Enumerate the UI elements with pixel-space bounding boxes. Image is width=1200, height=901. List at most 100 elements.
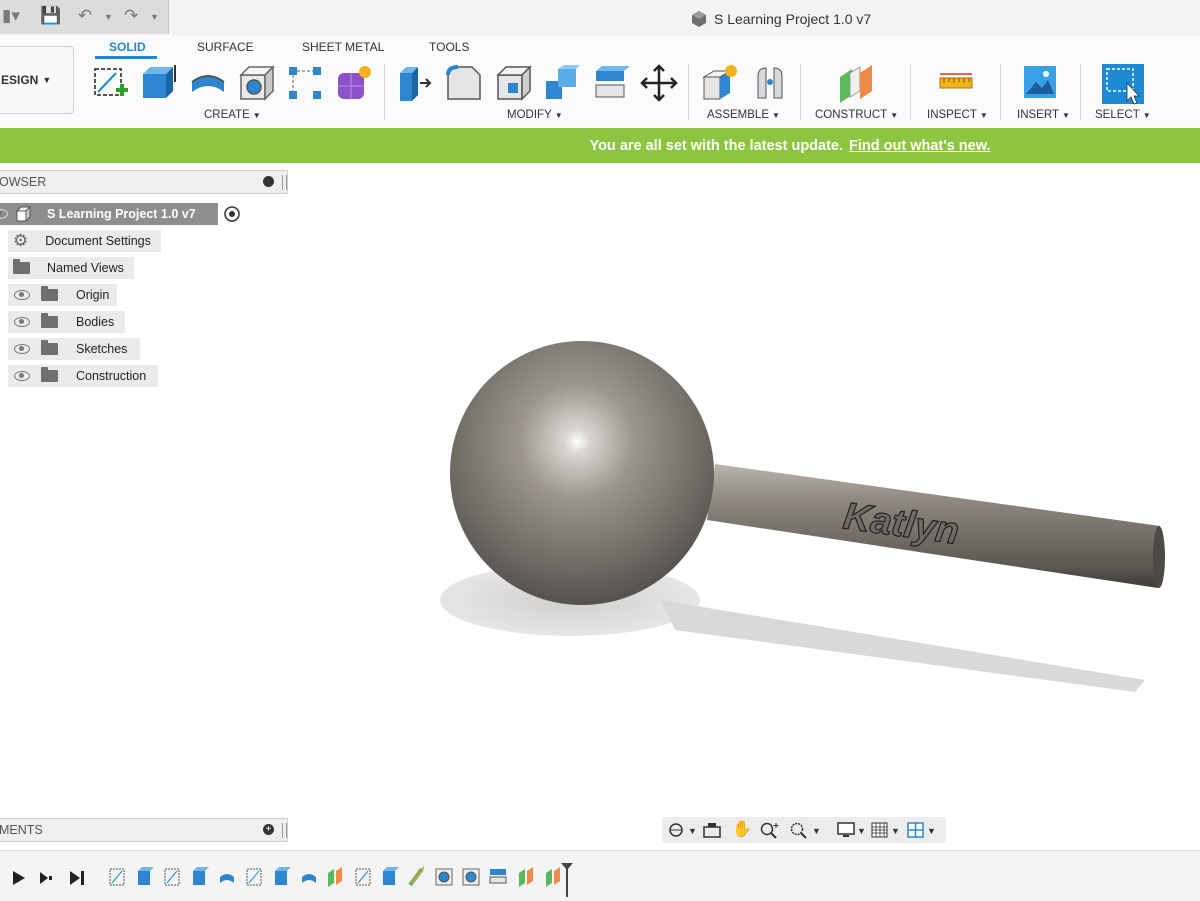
extrude-icon[interactable]: [140, 62, 178, 102]
construct-menu[interactable]: CONSTRUCT ▼: [815, 109, 898, 121]
display-settings-icon[interactable]: ▼: [836, 821, 868, 839]
new-component-icon[interactable]: [700, 63, 740, 103]
insert-image-icon[interactable]: [1022, 64, 1058, 100]
measure-icon[interactable]: [938, 70, 974, 96]
viewports-icon[interactable]: ▼: [906, 821, 938, 839]
visibility-eye-icon[interactable]: [0, 209, 8, 219]
look-at-icon[interactable]: [702, 821, 722, 839]
file-menu-icon[interactable]: ▮▾: [2, 6, 20, 26]
panel-resize-handle[interactable]: [282, 175, 287, 190]
redo-dropdown-icon[interactable]: ▼: [150, 12, 159, 22]
orbit-icon[interactable]: ▼: [666, 821, 698, 839]
visibility-eye-icon[interactable]: [14, 344, 30, 354]
add-comment-icon[interactable]: +: [263, 824, 274, 835]
timeline-sketch-feature[interactable]: [355, 868, 371, 886]
grid-settings-icon[interactable]: ▼: [870, 821, 902, 839]
timeline-plane-feature[interactable]: [546, 867, 560, 887]
timeline-extrude-feature[interactable]: [138, 867, 154, 885]
timeline-sketch-feature[interactable]: [246, 868, 262, 886]
tab-tools[interactable]: TOOLS: [429, 40, 469, 54]
offset-plane-icon[interactable]: [836, 63, 876, 103]
folder-icon: [13, 259, 30, 274]
zoom-window-icon[interactable]: ▼: [788, 821, 824, 839]
timeline-extrude-feature[interactable]: [383, 867, 399, 885]
workspace-dropdown-icon: ▼: [42, 75, 52, 85]
step-forward-icon[interactable]: [40, 872, 48, 884]
timeline-shell-feature[interactable]: [462, 868, 480, 886]
workspace-switcher[interactable]: ESIGN ▼: [0, 46, 74, 114]
shell-icon[interactable]: [237, 63, 277, 103]
undo-icon[interactable]: ↶: [78, 6, 92, 26]
timeline-revolve-feature[interactable]: [220, 874, 234, 883]
select-menu[interactable]: SELECT ▼: [1095, 109, 1151, 121]
timeline-playback-controls: [13, 871, 84, 885]
ribbon-separator: [910, 64, 911, 120]
timeline-offset-feature[interactable]: [489, 869, 507, 884]
fillet-icon[interactable]: [444, 63, 484, 103]
browser-root-item[interactable]: S Learning Project 1.0 v7: [0, 203, 218, 225]
browser-item-sketches[interactable]: Sketches: [8, 338, 140, 360]
svg-text:▼: ▼: [812, 826, 821, 836]
visibility-eye-icon[interactable]: [14, 371, 30, 381]
save-icon[interactable]: 💾: [40, 6, 61, 26]
browser-item-document-settings[interactable]: ⚙ Document Settings: [8, 230, 161, 252]
redo-icon[interactable]: ↷: [124, 6, 138, 26]
inspect-menu[interactable]: INSPECT ▼: [927, 109, 988, 121]
workspace-label: ESIGN: [1, 73, 39, 87]
activate-component-icon[interactable]: [223, 205, 241, 223]
browser-item-origin[interactable]: Origin: [8, 284, 117, 306]
select-icon[interactable]: [1100, 62, 1146, 106]
timeline-sketch-feature[interactable]: [109, 868, 125, 886]
banner-text: You are all set with the latest update.: [589, 137, 844, 154]
timeline-revolve-feature[interactable]: [302, 874, 316, 883]
joint-icon[interactable]: [752, 64, 788, 102]
ribbon-separator: [688, 64, 689, 120]
browser-item-named-views[interactable]: Named Views: [8, 257, 134, 279]
pan-hand-icon[interactable]: ✋: [732, 819, 752, 839]
create-form-icon[interactable]: [334, 63, 374, 103]
tab-solid[interactable]: SOLID: [109, 40, 146, 54]
active-tab-indicator: [95, 56, 157, 59]
timeline-plane-feature[interactable]: [519, 867, 533, 887]
visibility-eye-icon[interactable]: [14, 290, 30, 300]
panel-resize-handle[interactable]: [282, 823, 287, 838]
chamfer-icon[interactable]: [494, 63, 534, 103]
undo-dropdown-icon[interactable]: ▼: [104, 12, 113, 22]
zoom-icon[interactable]: [759, 821, 781, 839]
timeline-sketch-feature[interactable]: [164, 868, 180, 886]
timeline-marker[interactable]: [561, 863, 573, 897]
create-sketch-icon[interactable]: [92, 64, 130, 102]
rectangular-pattern-icon[interactable]: [286, 64, 324, 102]
timeline-extrude-feature[interactable]: [275, 867, 291, 885]
offset-face-icon[interactable]: [592, 63, 632, 103]
create-menu[interactable]: CREATE ▼: [204, 109, 261, 121]
timeline-plane-feature[interactable]: [328, 867, 342, 887]
collapse-panel-icon[interactable]: [263, 176, 274, 187]
press-pull-icon[interactable]: [396, 63, 434, 103]
move-copy-icon[interactable]: [640, 64, 678, 102]
timeline-extrude-feature[interactable]: [193, 867, 209, 885]
gear-icon: ⚙: [13, 231, 29, 250]
insert-menu[interactable]: INSERT ▼: [1017, 109, 1070, 121]
browser-item-label: Construction: [76, 369, 147, 383]
visibility-eye-icon[interactable]: [14, 317, 30, 327]
browser-item-bodies[interactable]: Bodies: [8, 311, 125, 333]
play-icon[interactable]: [13, 871, 25, 885]
timeline-shell-feature[interactable]: [435, 868, 453, 886]
revolve-icon[interactable]: [188, 64, 228, 102]
combine-icon[interactable]: [542, 63, 582, 103]
quick-access-toolbar: ▮▾ 💾 ↶ ▼ ↷ ▼: [0, 0, 169, 34]
timeline-features[interactable]: [106, 863, 586, 899]
modify-menu[interactable]: MODIFY ▼: [507, 109, 563, 121]
browser-item-construction[interactable]: Construction: [8, 365, 158, 387]
tab-sheet-metal[interactable]: SHEET METAL: [302, 40, 384, 54]
go-to-end-icon[interactable]: [70, 871, 80, 885]
tab-surface[interactable]: SURFACE: [197, 40, 254, 54]
timeline-sweep-feature[interactable]: [408, 866, 425, 887]
browser-panel-header: OWSER: [0, 170, 288, 194]
viewport-model[interactable]: Katlyn: [430, 330, 1170, 700]
assemble-menu[interactable]: ASSEMBLE ▼: [707, 109, 780, 121]
navigation-bar: ▼ ✋ ▼ ▼ ▼ ▼: [662, 817, 946, 843]
browser-item-label: Origin: [76, 288, 110, 302]
whats-new-link[interactable]: Find out what's new.: [849, 138, 990, 154]
